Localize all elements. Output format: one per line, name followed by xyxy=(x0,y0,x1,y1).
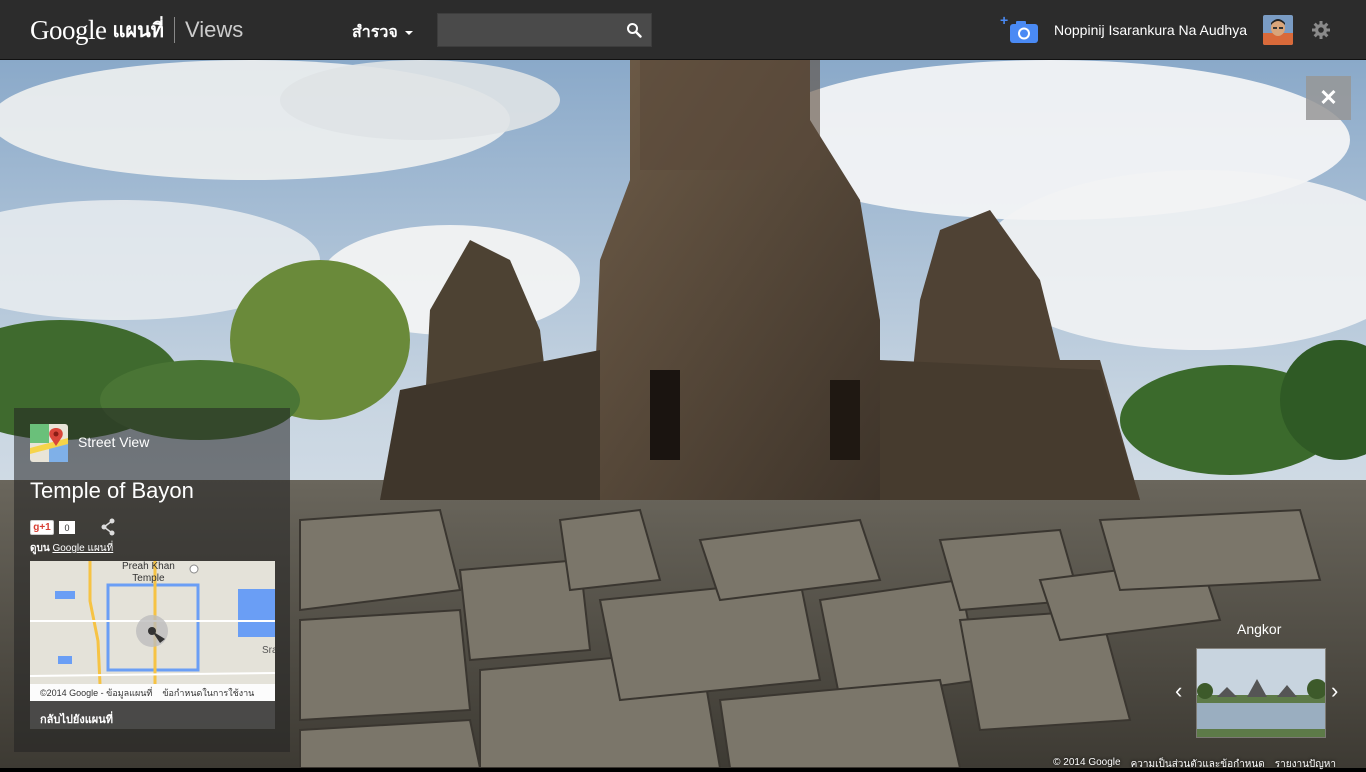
related-place-title: Angkor xyxy=(1237,621,1282,637)
chevron-right-icon[interactable]: › xyxy=(1331,678,1338,704)
map-terms-link[interactable]: ข้อกำหนดในการใช้งาน xyxy=(162,686,254,700)
privacy-terms-link[interactable]: ความเป็นส่วนตัวและข้อกำหนด xyxy=(1131,757,1265,772)
share-icon[interactable] xyxy=(100,518,116,536)
back-to-map-button[interactable]: กลับไปยังแผนที่ xyxy=(30,701,275,729)
add-photo-camera-icon[interactable]: + xyxy=(1000,12,1040,45)
avatar[interactable] xyxy=(1263,15,1293,45)
map-label-line2: Temple xyxy=(132,573,165,584)
svg-text:+: + xyxy=(1000,15,1008,28)
search-input[interactable] xyxy=(438,14,618,46)
map-place-label: Preah Khan Temple xyxy=(122,561,175,585)
logo-google: Google xyxy=(30,14,107,45)
explore-menu-button[interactable]: สำรวจ xyxy=(352,20,413,45)
map-copyright: ©2014 Google - ข้อมูลแผนที่ xyxy=(40,687,153,698)
close-button[interactable]: ✕ xyxy=(1306,76,1351,120)
minimap[interactable]: Preah Khan Temple Sra ©2014 Google - ข้อ… xyxy=(30,561,275,701)
map-label-sra: Sra xyxy=(262,645,275,656)
report-problem-link[interactable]: รายงานปัญหา xyxy=(1275,757,1336,772)
explore-label: สำรวจ xyxy=(352,24,398,41)
street-view-label: Street View xyxy=(78,434,150,450)
plus-one-count: 0 xyxy=(59,521,75,534)
search-icon xyxy=(627,23,642,38)
logo-maps: แผนที่ xyxy=(112,20,164,42)
footer: © 2014 Google ความเป็นส่วนตัวและข้อกำหนด… xyxy=(1053,757,1336,772)
plus-one-button[interactable]: g+1 xyxy=(30,520,54,535)
place-title: Temple of Bayon xyxy=(30,478,194,503)
search-box xyxy=(437,13,652,47)
top-bar: Google แผนที่ Views สำรวจ + Noppinij Isa… xyxy=(0,0,1366,60)
chevron-left-icon[interactable]: ‹ xyxy=(1175,678,1182,704)
chevron-down-icon xyxy=(404,30,413,35)
map-label-line1: Preah Khan xyxy=(122,561,175,572)
logo-divider xyxy=(173,17,175,43)
logo-views: Views xyxy=(184,17,244,42)
search-button[interactable] xyxy=(617,14,651,46)
gear-icon[interactable] xyxy=(1311,20,1331,40)
footer-copyright: © 2014 Google xyxy=(1053,757,1121,768)
view-on-maps: ดูบน Google แผนที่ xyxy=(30,541,113,556)
related-place-thumbnail[interactable] xyxy=(1196,648,1326,738)
map-credit-bar: ©2014 Google - ข้อมูลแผนที่ ข้อกำหนดในกา… xyxy=(30,684,275,701)
view-on-maps-link[interactable]: Google แผนที่ xyxy=(52,543,113,554)
google-maps-views-logo[interactable]: Google แผนที่ Views xyxy=(30,14,243,46)
place-info-panel: Street View Temple of Bayon g+1 0 ดูบน G… xyxy=(14,408,290,752)
view-on-prefix: ดูบน xyxy=(30,543,50,554)
thumbnail-image xyxy=(1197,649,1325,737)
google-maps-icon xyxy=(30,424,68,462)
user-name[interactable]: Noppinij Isarankura Na Audhya xyxy=(1054,22,1247,38)
